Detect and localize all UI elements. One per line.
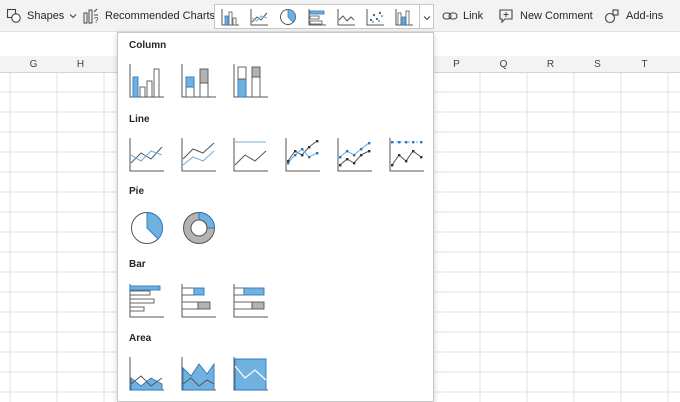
line-markers-option[interactable] [285, 137, 321, 173]
100-stacked-bar-icon [233, 284, 268, 318]
other-charts-gallery-icon[interactable] [394, 8, 414, 26]
100-stacked-area-option[interactable] [233, 356, 269, 392]
column-header[interactable]: R [527, 56, 574, 73]
clustered-bar-option[interactable] [129, 283, 165, 319]
clustered-column-icon [129, 64, 164, 98]
link-button[interactable]: Link [442, 0, 483, 32]
recommended-charts-label: Recommended Charts [105, 10, 216, 22]
clustered-bar-icon [129, 284, 164, 318]
stacked-line-icon [181, 138, 216, 172]
100-stacked-column-icon [233, 64, 268, 98]
link-icon [442, 8, 458, 24]
stacked-column-option[interactable] [181, 63, 217, 99]
area-option[interactable] [129, 356, 165, 392]
100-stacked-column-option[interactable] [233, 63, 269, 99]
area-chart-gallery-icon[interactable] [336, 8, 356, 26]
section-title-line: Line [129, 114, 150, 125]
shapes-icon [6, 8, 22, 24]
100-stacked-line-markers-option[interactable] [389, 137, 425, 173]
stacked-bar-icon [181, 284, 216, 318]
column-header[interactable]: P [433, 56, 480, 73]
column-header[interactable]: S [574, 56, 621, 73]
section-title-column: Column [129, 40, 167, 51]
stacked-bar-option[interactable] [181, 283, 217, 319]
100-stacked-area-icon [233, 357, 268, 391]
chevron-down-icon [423, 8, 431, 26]
svg-text:?: ? [94, 16, 99, 25]
column-header[interactable]: H [57, 56, 104, 73]
100-stacked-bar-option[interactable] [233, 283, 269, 319]
insert-ribbon: Shapes ? Recommended Charts Link New Com… [0, 0, 680, 32]
bar-chart-gallery-icon[interactable] [307, 8, 327, 26]
clustered-column-option[interactable] [129, 63, 165, 99]
scatter-chart-gallery-icon[interactable] [365, 8, 385, 26]
column-chart-gallery-icon[interactable] [220, 8, 240, 26]
pie-chart-icon [131, 212, 164, 244]
stacked-area-option[interactable] [181, 356, 217, 392]
line-markers-icon [285, 138, 320, 172]
chart-gallery-expand-button[interactable] [420, 4, 434, 29]
chart-types-dropdown: Column Line Pie Bar Area [117, 32, 434, 402]
addins-label: Add-ins [626, 10, 664, 22]
line-option[interactable] [129, 137, 165, 173]
section-title-area: Area [129, 333, 152, 344]
comment-icon [498, 8, 514, 24]
addins-icon [604, 8, 620, 24]
column-header[interactable]: G [10, 56, 57, 73]
stacked-column-icon [181, 64, 216, 98]
recommended-charts-icon: ? [82, 8, 99, 25]
100-stacked-line-icon [233, 138, 268, 172]
link-label: Link [463, 10, 484, 22]
100-stacked-line-option[interactable] [233, 137, 269, 173]
section-title-bar: Bar [129, 259, 146, 270]
line-chart-gallery-icon[interactable] [249, 8, 269, 26]
column-header[interactable]: Q [480, 56, 527, 73]
addins-button[interactable]: Add-ins [604, 0, 663, 32]
doughnut-option[interactable] [181, 210, 217, 246]
pie-option[interactable] [129, 210, 165, 246]
stacked-line-option[interactable] [181, 137, 217, 173]
area-chart-icon [129, 357, 164, 391]
stacked-line-markers-icon [337, 138, 372, 172]
stacked-area-icon [181, 357, 216, 391]
section-title-pie: Pie [129, 186, 145, 197]
stacked-line-markers-option[interactable] [337, 137, 373, 173]
doughnut-chart-icon [183, 212, 215, 244]
shapes-label: Shapes [27, 10, 65, 22]
new-comment-button[interactable]: New Comment [498, 0, 593, 32]
pie-chart-gallery-icon[interactable] [278, 8, 298, 26]
column-header[interactable]: T [621, 56, 668, 73]
shapes-button[interactable]: Shapes [6, 0, 77, 32]
chart-gallery [214, 4, 420, 29]
recommended-charts-button[interactable]: ? Recommended Charts [82, 0, 215, 32]
chevron-down-icon [69, 13, 77, 19]
line-chart-icon [129, 138, 164, 172]
100-stacked-line-markers-icon [389, 138, 424, 172]
new-comment-label: New Comment [520, 10, 593, 22]
